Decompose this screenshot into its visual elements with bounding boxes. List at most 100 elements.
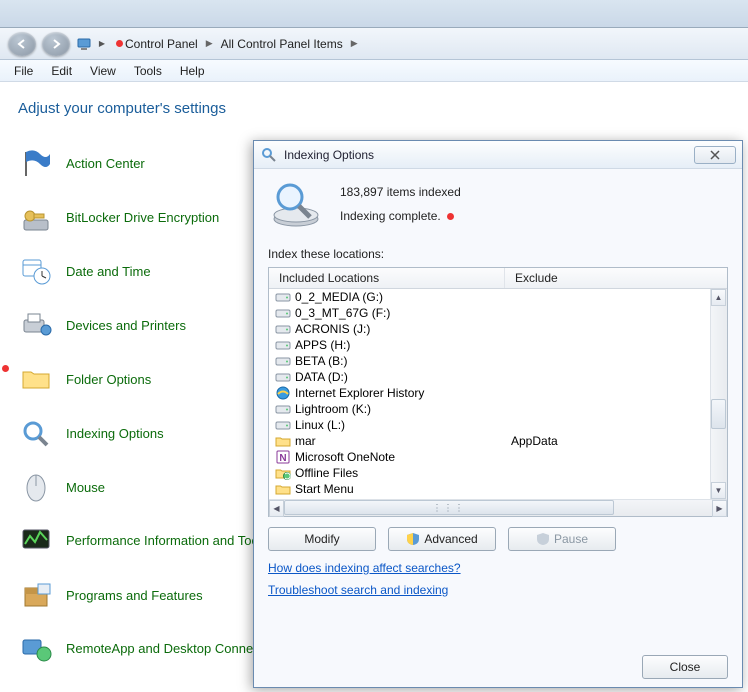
svg-text:N: N	[279, 453, 286, 464]
link-troubleshoot[interactable]: Troubleshoot search and indexing	[268, 583, 728, 597]
scroll-up-button[interactable]: ▲	[711, 289, 726, 306]
indexing-options-dialog: Indexing Options 183,897 items indexed I…	[253, 140, 743, 688]
folder-icon	[275, 434, 291, 448]
location-name: Microsoft OneNote	[295, 450, 395, 464]
marker-dot-icon	[116, 40, 123, 47]
location-name: Lightroom (K:)	[295, 402, 371, 416]
location-row[interactable]: Lightroom (K:)	[269, 401, 710, 417]
location-row[interactable]: BETA (B:)	[269, 353, 710, 369]
location-name: Start Menu	[295, 482, 354, 496]
cpl-label: BitLocker Drive Encryption	[66, 210, 219, 225]
advanced-button[interactable]: Advanced	[388, 527, 496, 551]
cpl-label: Date and Time	[66, 264, 151, 279]
menu-edit[interactable]: Edit	[43, 62, 80, 80]
cpl-label: Action Center	[66, 156, 145, 171]
location-row[interactable]: Linux (L:)	[269, 417, 710, 433]
chevron-right-icon[interactable]: ▶	[94, 36, 110, 52]
link-how-indexing[interactable]: How does indexing affect searches?	[268, 561, 728, 575]
scroll-right-button[interactable]: ▶	[712, 500, 727, 517]
location-row[interactable]: Offline Files	[269, 465, 710, 481]
marker-dot-icon	[2, 365, 9, 372]
horizontal-scrollbar[interactable]: ◀ ⋮⋮⋮ ▶	[269, 499, 727, 516]
page-title: Adjust your computer's settings	[18, 100, 738, 117]
cpl-label: Mouse	[66, 480, 105, 495]
items-indexed-label: 183,897 items indexed	[340, 185, 461, 199]
back-button[interactable]	[8, 32, 36, 56]
scroll-left-button[interactable]: ◀	[269, 500, 284, 517]
breadcrumb-item[interactable]: All Control Panel Items	[219, 37, 345, 51]
dialog-title: Indexing Options	[284, 148, 694, 162]
location-row[interactable]: Start Menu	[269, 481, 710, 497]
printer-icon	[18, 309, 54, 341]
close-button[interactable]: Close	[642, 655, 728, 679]
ie-icon	[275, 386, 291, 400]
dialog-titlebar[interactable]: Indexing Options	[254, 141, 742, 169]
mouse-icon	[18, 471, 54, 503]
column-included[interactable]: Included Locations	[269, 268, 505, 288]
chevron-right-icon[interactable]: ▶	[345, 38, 364, 49]
scroll-down-button[interactable]: ▼	[711, 482, 726, 499]
cpl-label: Devices and Printers	[66, 318, 186, 333]
cpl-label: Folder Options	[66, 372, 151, 387]
box-icon	[18, 579, 54, 611]
menu-bar: File Edit View Tools Help	[0, 60, 748, 82]
location-name: Internet Explorer History	[295, 386, 424, 400]
scrollbar-thumb[interactable]: ⋮⋮⋮	[284, 500, 614, 515]
menu-view[interactable]: View	[82, 62, 124, 80]
location-name: 0_3_MT_67G (F:)	[295, 306, 390, 320]
location-name: Linux (L:)	[295, 418, 345, 432]
folder-icon	[275, 482, 291, 496]
cpl-label: Indexing Options	[66, 426, 164, 441]
indexing-status-label: Indexing complete.	[340, 209, 441, 223]
pause-button: Pause	[508, 527, 616, 551]
scrollbar-thumb[interactable]	[711, 399, 726, 429]
shield-icon	[536, 532, 550, 546]
drive-icon	[275, 338, 291, 352]
magnifier-drive-icon	[268, 179, 324, 229]
location-row[interactable]: 0_2_MEDIA (G:)	[269, 289, 710, 305]
menu-tools[interactable]: Tools	[126, 62, 170, 80]
marker-dot-icon	[447, 213, 454, 220]
location-name: mar	[295, 434, 316, 448]
flag-icon	[18, 147, 54, 179]
column-exclude[interactable]: Exclude	[505, 268, 727, 288]
search-icon	[18, 417, 54, 449]
location-name: ACRONIS (J:)	[295, 322, 370, 336]
locations-label: Index these locations:	[268, 247, 728, 261]
menu-help[interactable]: Help	[172, 62, 213, 80]
cpl-label: Programs and Features	[66, 588, 203, 603]
location-name: BETA (B:)	[295, 354, 347, 368]
location-row[interactable]: DATA (D:)	[269, 369, 710, 385]
vertical-scrollbar[interactable]: ▲ ▼	[710, 289, 727, 499]
search-icon	[260, 146, 278, 164]
drive-icon	[275, 354, 291, 368]
location-name: DATA (D:)	[295, 370, 348, 384]
location-row[interactable]: ACRONIS (J:)	[269, 321, 710, 337]
location-row[interactable]: N Microsoft OneNote	[269, 449, 710, 465]
breadcrumb: Control Panel ▶ All Control Panel Items …	[116, 37, 364, 51]
monitor-icon	[18, 525, 54, 557]
location-row[interactable]: 0_3_MT_67G (F:)	[269, 305, 710, 321]
modify-button[interactable]: Modify	[268, 527, 376, 551]
drive-icon	[275, 370, 291, 384]
location-exclude: AppData	[511, 434, 558, 448]
folder-icon	[18, 363, 54, 395]
cpl-label: Performance Information and Tools	[66, 533, 268, 549]
menu-file[interactable]: File	[6, 62, 41, 80]
drive-icon	[275, 322, 291, 336]
navigation-bar: ▶ Control Panel ▶ All Control Panel Item…	[0, 28, 748, 60]
off-icon	[275, 466, 291, 480]
close-button[interactable]	[694, 146, 736, 164]
location-row[interactable]: Internet Explorer History	[269, 385, 710, 401]
note-icon: N	[275, 450, 291, 464]
clock-icon	[18, 255, 54, 287]
location-row[interactable]: APPS (H:)	[269, 337, 710, 353]
chevron-right-icon[interactable]: ▶	[200, 38, 219, 49]
forward-button[interactable]	[42, 32, 70, 56]
location-row[interactable]: mar AppData	[269, 433, 710, 449]
computer-icon	[76, 36, 92, 52]
shield-icon	[406, 532, 420, 546]
breadcrumb-item[interactable]: Control Panel	[123, 37, 200, 51]
lock-icon	[18, 201, 54, 233]
drive-icon	[275, 306, 291, 320]
